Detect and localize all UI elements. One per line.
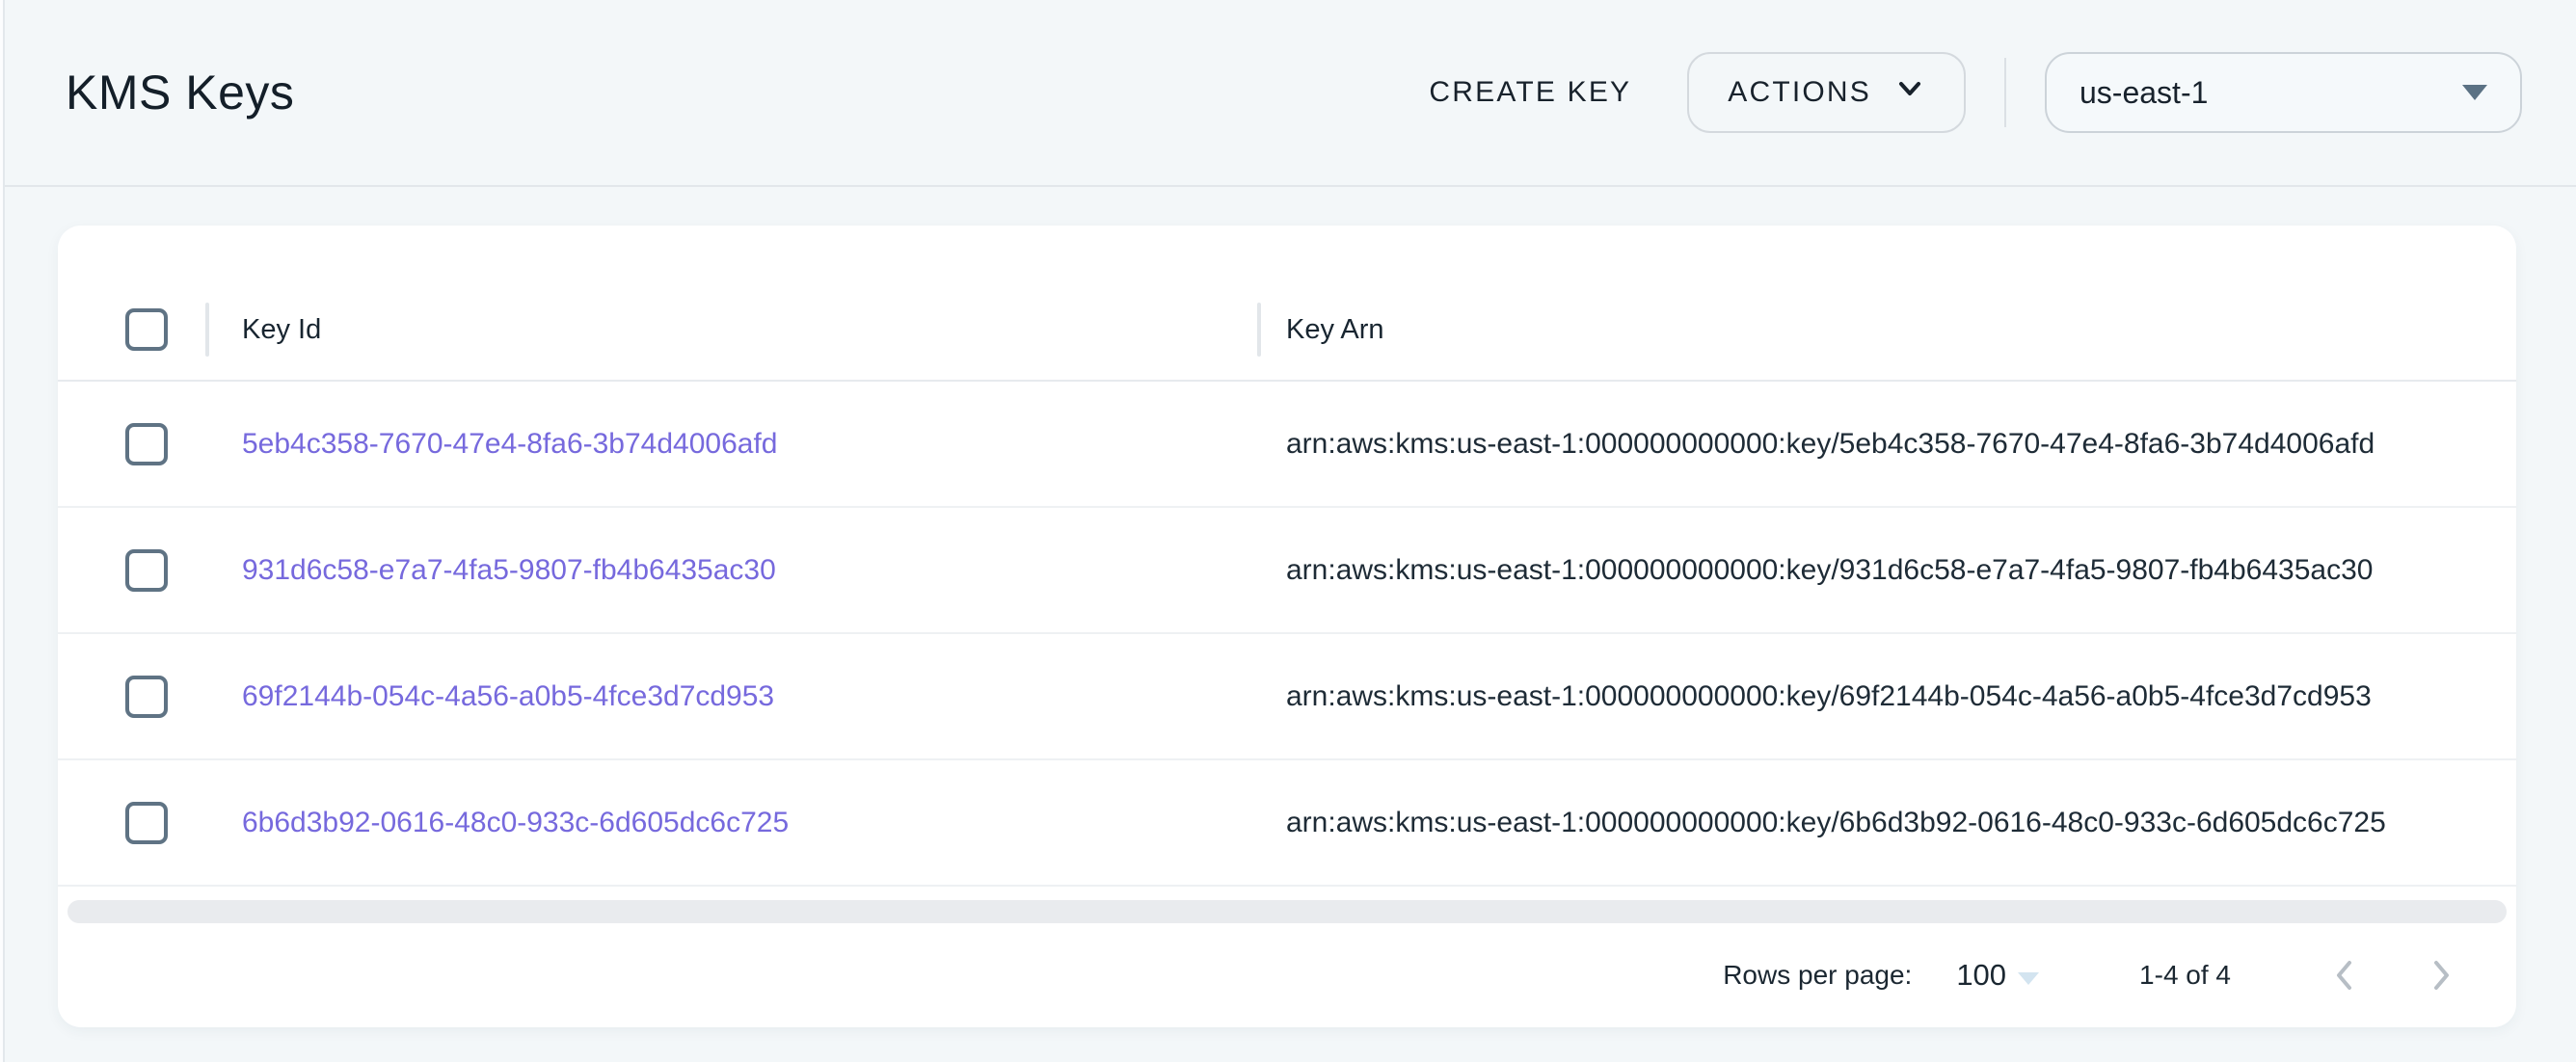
kms-keys-card: Key Id Key Arn 5eb4c358-7670-47e4-8fa6-3… xyxy=(58,226,2516,1027)
previous-page-button[interactable] xyxy=(2308,939,2381,1012)
caret-down-icon xyxy=(2018,972,2039,985)
region-select[interactable]: us-east-1 xyxy=(2045,52,2522,133)
row-checkbox[interactable] xyxy=(125,549,168,592)
column-header-key-arn[interactable]: Key Arn xyxy=(1261,314,2516,346)
row-checkbox-cell xyxy=(58,676,205,718)
table-row: 6b6d3b92-0616-48c0-933c-6d605dc6c725 arn… xyxy=(58,760,2516,887)
create-key-button[interactable]: CREATE KEY xyxy=(1400,57,1660,128)
chevron-left-icon xyxy=(2323,954,2366,996)
key-arn-cell: arn:aws:kms:us-east-1:000000000000:key/5… xyxy=(1261,428,2516,461)
select-all-cell xyxy=(58,308,205,351)
row-checkbox[interactable] xyxy=(125,676,168,718)
rows-per-page-label: Rows per page: xyxy=(1723,960,1912,991)
region-select-value: us-east-1 xyxy=(2080,75,2208,111)
row-checkbox-cell xyxy=(58,549,205,592)
chevron-down-icon xyxy=(1894,73,1925,112)
key-id-link[interactable]: 69f2144b-054c-4a56-a0b5-4fce3d7cd953 xyxy=(242,680,774,712)
pagination-range-label: 1-4 of 4 xyxy=(2139,960,2231,991)
actions-button-label: ACTIONS xyxy=(1728,76,1871,109)
row-checkbox[interactable] xyxy=(125,423,168,465)
table-row: 931d6c58-e7a7-4fa5-9807-fb4b6435ac30 arn… xyxy=(58,508,2516,634)
rows-per-page-select[interactable]: 100 xyxy=(1956,958,2039,993)
key-id-cell: 69f2144b-054c-4a56-a0b5-4fce3d7cd953 xyxy=(209,680,1257,713)
key-id-cell: 6b6d3b92-0616-48c0-933c-6d605dc6c725 xyxy=(209,807,1257,839)
row-checkbox[interactable] xyxy=(125,802,168,844)
caret-down-icon xyxy=(2462,85,2487,100)
select-all-checkbox[interactable] xyxy=(125,308,168,351)
page-title: KMS Keys xyxy=(66,65,294,120)
header-divider xyxy=(2004,58,2006,127)
key-id-link[interactable]: 5eb4c358-7670-47e4-8fa6-3b74d4006afd xyxy=(242,428,777,460)
key-id-link[interactable]: 6b6d3b92-0616-48c0-933c-6d605dc6c725 xyxy=(242,807,789,838)
pagination-bar: Rows per page: 100 1-4 of 4 xyxy=(58,923,2516,1027)
next-page-button[interactable] xyxy=(2404,939,2478,1012)
key-id-link[interactable]: 931d6c58-e7a7-4fa5-9807-fb4b6435ac30 xyxy=(242,554,776,586)
table-header-row: Key Id Key Arn xyxy=(58,279,2516,382)
row-checkbox-cell xyxy=(58,802,205,844)
actions-menu-button[interactable]: ACTIONS xyxy=(1687,52,1966,133)
app-left-divider xyxy=(0,0,5,1062)
header-actions: CREATE KEY ACTIONS us-east-1 xyxy=(1400,52,2522,133)
key-id-cell: 931d6c58-e7a7-4fa5-9807-fb4b6435ac30 xyxy=(209,554,1257,587)
row-checkbox-cell xyxy=(58,423,205,465)
table-row: 69f2144b-054c-4a56-a0b5-4fce3d7cd953 arn… xyxy=(58,634,2516,760)
main-content: Key Id Key Arn 5eb4c358-7670-47e4-8fa6-3… xyxy=(0,187,2576,1027)
key-arn-cell: arn:aws:kms:us-east-1:000000000000:key/6… xyxy=(1261,807,2516,839)
column-header-key-id[interactable]: Key Id xyxy=(209,314,1257,346)
horizontal-scrollbar[interactable] xyxy=(67,900,2507,923)
key-arn-cell: arn:aws:kms:us-east-1:000000000000:key/9… xyxy=(1261,554,2516,587)
table-row: 5eb4c358-7670-47e4-8fa6-3b74d4006afd arn… xyxy=(58,382,2516,508)
chevron-right-icon xyxy=(2420,954,2462,996)
key-arn-cell: arn:aws:kms:us-east-1:000000000000:key/6… xyxy=(1261,680,2516,713)
page-header: KMS Keys CREATE KEY ACTIONS us-east-1 xyxy=(0,0,2576,187)
rows-per-page-value: 100 xyxy=(1956,958,2006,993)
key-id-cell: 5eb4c358-7670-47e4-8fa6-3b74d4006afd xyxy=(209,428,1257,461)
